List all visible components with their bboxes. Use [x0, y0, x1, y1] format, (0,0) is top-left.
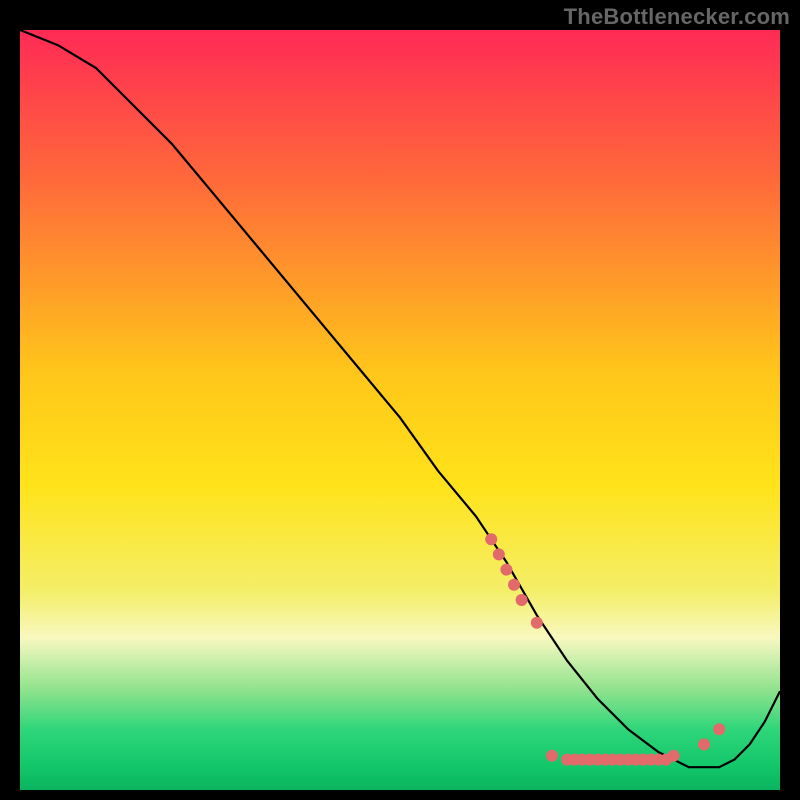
marker-dot: [508, 579, 520, 591]
marker-dot: [698, 738, 710, 750]
chart-svg: [20, 30, 780, 790]
marker-dot: [493, 548, 505, 560]
marker-dot: [713, 723, 725, 735]
marker-dot: [531, 617, 543, 629]
marker-dot: [500, 564, 512, 576]
marker-dot: [668, 750, 680, 762]
chart-background: [20, 30, 780, 790]
watermark-text: TheBottlenecker.com: [564, 4, 790, 30]
chart-stage: TheBottlenecker.com: [0, 0, 800, 800]
marker-dot: [546, 750, 558, 762]
chart-plot-area: [20, 30, 780, 790]
marker-dot: [516, 594, 528, 606]
marker-dot: [485, 533, 497, 545]
